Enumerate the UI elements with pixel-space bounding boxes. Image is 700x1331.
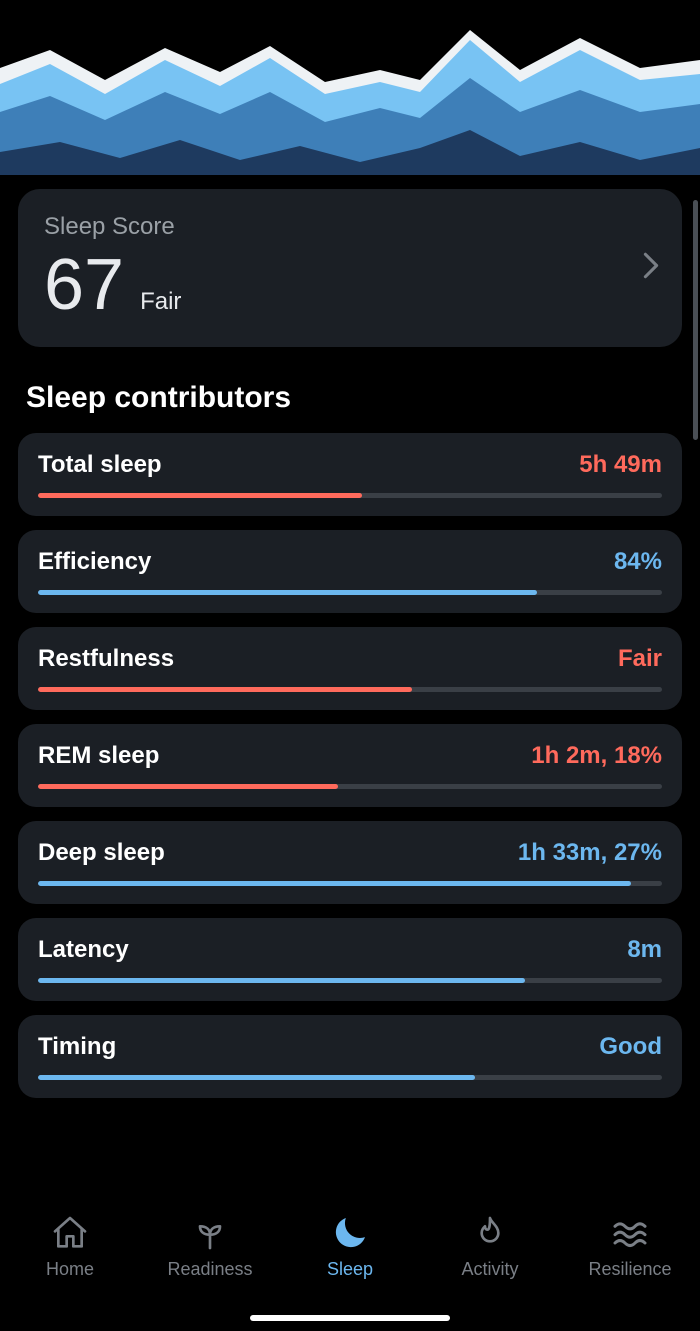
sleep-score-title: Sleep Score [44, 213, 656, 241]
contributor-value: 1h 2m, 18% [531, 742, 662, 770]
tab-resilience-label: Resilience [588, 1259, 671, 1280]
contributor-bar [38, 590, 662, 595]
flame-icon [470, 1213, 510, 1253]
contributor-label: Total sleep [38, 451, 162, 479]
contributor-latency[interactable]: Latency 8m [18, 918, 682, 1001]
sprout-icon [190, 1213, 230, 1253]
contributor-bar [38, 1075, 662, 1080]
contributor-value: 1h 33m, 27% [518, 839, 662, 867]
contributor-bar-fill [38, 1075, 475, 1080]
sleep-score-card[interactable]: Sleep Score 67 Fair [18, 189, 682, 347]
tab-readiness[interactable]: Readiness [150, 1213, 270, 1280]
contributor-timing[interactable]: Timing Good [18, 1015, 682, 1098]
contributor-bar [38, 493, 662, 498]
tab-bar: Home Readiness Sleep Activity Resilience [0, 1199, 700, 1331]
contributor-rem-sleep[interactable]: REM sleep 1h 2m, 18% [18, 724, 682, 807]
contributor-deep-sleep[interactable]: Deep sleep 1h 33m, 27% [18, 821, 682, 904]
tab-readiness-label: Readiness [167, 1259, 252, 1280]
contributor-bar [38, 978, 662, 983]
contributor-bar-fill [38, 590, 537, 595]
contributor-bar-fill [38, 784, 338, 789]
contributor-efficiency[interactable]: Efficiency 84% [18, 530, 682, 613]
contributor-label: Timing [38, 1033, 116, 1061]
contributor-value: 5h 49m [579, 451, 662, 479]
sleep-stage-chart [0, 0, 700, 175]
contributor-bar [38, 881, 662, 886]
contributor-value: 8m [627, 936, 662, 964]
contributor-value: Good [599, 1033, 662, 1061]
contributor-label: Deep sleep [38, 839, 165, 867]
contributor-label: Efficiency [38, 548, 151, 576]
tab-sleep-label: Sleep [327, 1259, 373, 1280]
contributor-bar-fill [38, 687, 412, 692]
contributor-bar-fill [38, 978, 525, 983]
contributor-label: Restfulness [38, 645, 174, 673]
waves-icon [610, 1213, 650, 1253]
tab-home-label: Home [46, 1259, 94, 1280]
contributor-value: 84% [614, 548, 662, 576]
tab-activity-label: Activity [461, 1259, 518, 1280]
contributor-bar [38, 784, 662, 789]
contributor-value: Fair [618, 645, 662, 673]
home-indicator [250, 1315, 450, 1321]
tab-home[interactable]: Home [10, 1213, 130, 1280]
contributor-restfulness[interactable]: Restfulness Fair [18, 627, 682, 710]
contributor-bar-fill [38, 881, 631, 886]
section-title-contributors: Sleep contributors [26, 381, 682, 415]
contributor-total-sleep[interactable]: Total sleep 5h 49m [18, 433, 682, 516]
chevron-right-icon [642, 252, 660, 285]
tab-sleep[interactable]: Sleep [290, 1213, 410, 1280]
home-icon [50, 1213, 90, 1253]
contributor-bar [38, 687, 662, 692]
sleep-score-value: 67 [44, 249, 124, 321]
contributor-label: REM sleep [38, 742, 159, 770]
tab-resilience[interactable]: Resilience [570, 1213, 690, 1280]
contributor-label: Latency [38, 936, 129, 964]
scroll-indicator[interactable] [693, 200, 698, 440]
contributor-bar-fill [38, 493, 362, 498]
sleep-score-qualifier: Fair [140, 288, 181, 316]
tab-activity[interactable]: Activity [430, 1213, 550, 1280]
moon-icon [330, 1213, 370, 1253]
